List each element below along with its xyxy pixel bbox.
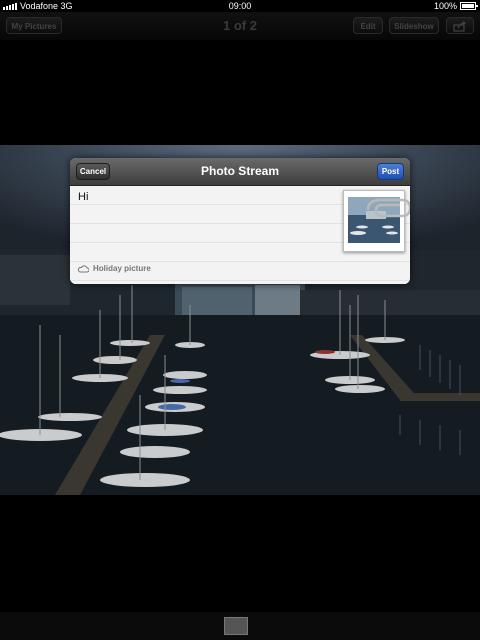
share-button[interactable]: [446, 17, 474, 34]
dialog-header: Cancel Photo Stream Post: [70, 158, 410, 186]
clock: 09:00: [228, 1, 252, 11]
album-selector[interactable]: Holiday picture: [77, 264, 151, 273]
battery-percentage: 100%: [433, 1, 457, 11]
status-right: 100%: [433, 0, 478, 12]
post-button[interactable]: Post: [377, 163, 404, 180]
status-bar: Vodafone 3G 09:00 100%: [0, 0, 480, 12]
message-text: Hi: [78, 191, 89, 203]
cloud-icon: [77, 264, 89, 272]
dialog-title: Photo Stream: [200, 164, 279, 178]
top-toolbar: My Pictures 1 of 2 Edit Slideshow: [0, 12, 480, 40]
battery-icon: [460, 2, 478, 10]
album-name: Holiday picture: [93, 264, 151, 273]
slideshow-button[interactable]: Slideshow: [389, 17, 439, 34]
paperclip-icon: [366, 198, 410, 218]
photo-stream-dialog: Cancel Photo Stream Post Hi Holiday pict…: [70, 158, 410, 284]
photo-thumbnail-icon[interactable]: [224, 617, 248, 635]
share-icon: [453, 21, 466, 32]
edit-button[interactable]: Edit: [353, 17, 383, 34]
